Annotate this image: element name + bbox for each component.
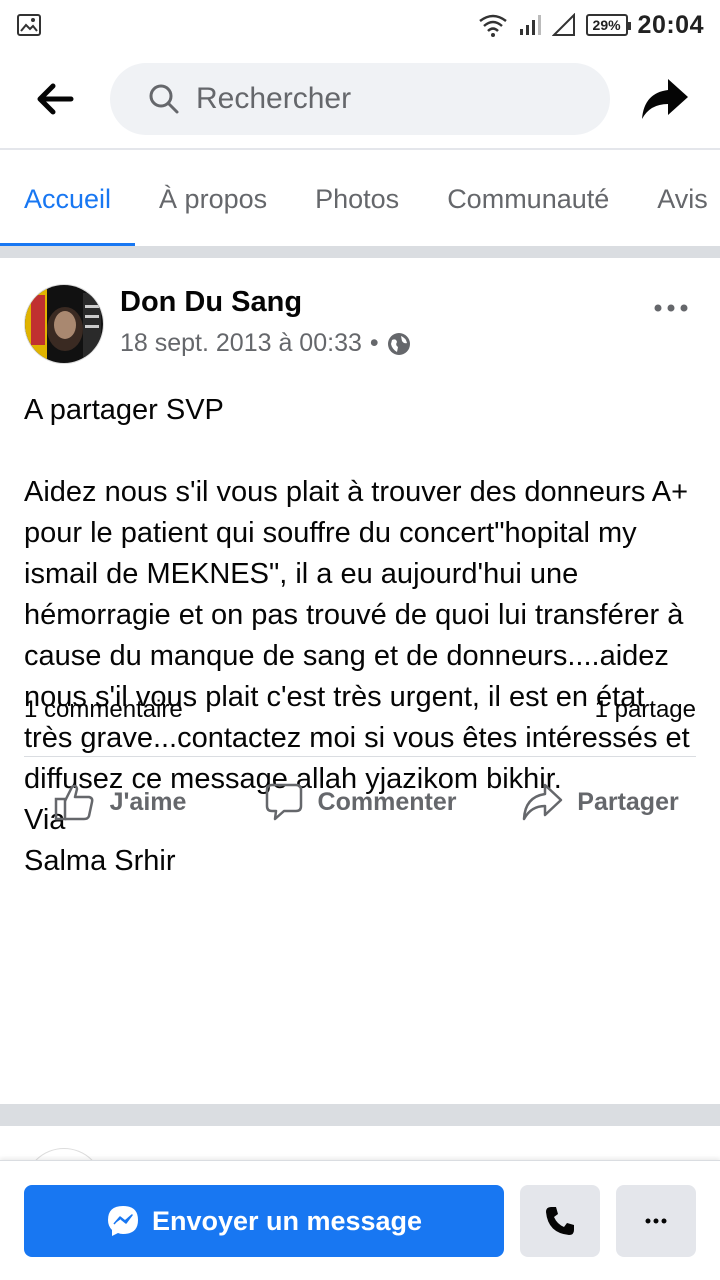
post-timestamp[interactable]: 18 sept. 2013 à 00:33 <box>120 329 362 358</box>
like-button[interactable]: J'aime <box>0 764 240 840</box>
search-input[interactable]: Rechercher <box>110 63 610 135</box>
post-header: Don Du Sang 18 sept. 2013 à 00:33 • <box>0 258 720 368</box>
post-meta: 18 sept. 2013 à 00:33 • <box>120 329 411 358</box>
share-label: Partager <box>577 787 679 816</box>
globe-icon <box>387 332 410 355</box>
post-author[interactable]: Don Du Sang <box>120 286 411 319</box>
signal-empty-icon <box>551 13 575 36</box>
back-button[interactable] <box>0 49 110 149</box>
tab-a-propos[interactable]: À propos <box>135 152 291 246</box>
top-bar: Rechercher <box>0 50 720 150</box>
comments-count[interactable]: 1 commentaire <box>24 696 183 724</box>
section-divider <box>0 248 720 258</box>
bottom-action-bar: Envoyer un message <box>0 1160 720 1280</box>
messenger-icon <box>107 1206 138 1236</box>
tab-accueil[interactable]: Accueil <box>0 152 136 246</box>
post-counts: 1 commentaire 1 partage <box>24 696 696 724</box>
avatar[interactable] <box>24 284 104 364</box>
like-label: J'aime <box>109 787 187 816</box>
divider <box>24 756 696 757</box>
call-button[interactable] <box>520 1185 600 1257</box>
post-actions: J'aime Commenter Partager <box>0 764 720 840</box>
comment-icon <box>265 783 302 821</box>
tab-photos[interactable]: Photos <box>291 152 423 246</box>
post-options-button[interactable] <box>646 288 696 328</box>
tab-avis[interactable]: Avis <box>633 152 720 246</box>
comment-button[interactable]: Commenter <box>240 764 480 840</box>
send-message-label: Envoyer un message <box>151 1205 423 1236</box>
meta-separator: • <box>369 329 379 357</box>
more-dots-icon <box>645 1218 667 1224</box>
signal-icon <box>519 15 541 35</box>
comment-label: Commenter <box>317 787 457 816</box>
tab-communaute[interactable]: Communauté <box>423 152 633 246</box>
wifi-icon <box>478 14 507 37</box>
search-placeholder: Rechercher <box>196 82 352 115</box>
back-arrow-icon <box>37 83 74 115</box>
send-message-button[interactable]: Envoyer un message <box>24 1185 504 1257</box>
more-options-button[interactable] <box>616 1185 696 1257</box>
share-page-button[interactable] <box>610 49 720 149</box>
status-bar: 29% 20:04 <box>0 0 720 50</box>
shares-count[interactable]: 1 partage <box>595 696 696 724</box>
clock: 20:04 <box>637 10 704 39</box>
image-notification-icon <box>17 14 41 36</box>
page-tabs: Accueil À propos Photos Communauté Avis <box>0 152 720 248</box>
share-arrow-icon <box>642 79 688 119</box>
battery-indicator: 29% <box>585 14 631 36</box>
share-icon <box>523 783 563 821</box>
thumbs-up-icon <box>54 784 94 821</box>
more-dots-icon <box>654 304 688 312</box>
page-profile-picture <box>25 285 103 363</box>
phone-icon <box>546 1207 574 1235</box>
search-icon <box>149 84 179 114</box>
post-separator <box>0 1104 720 1126</box>
share-button[interactable]: Partager <box>480 764 720 840</box>
